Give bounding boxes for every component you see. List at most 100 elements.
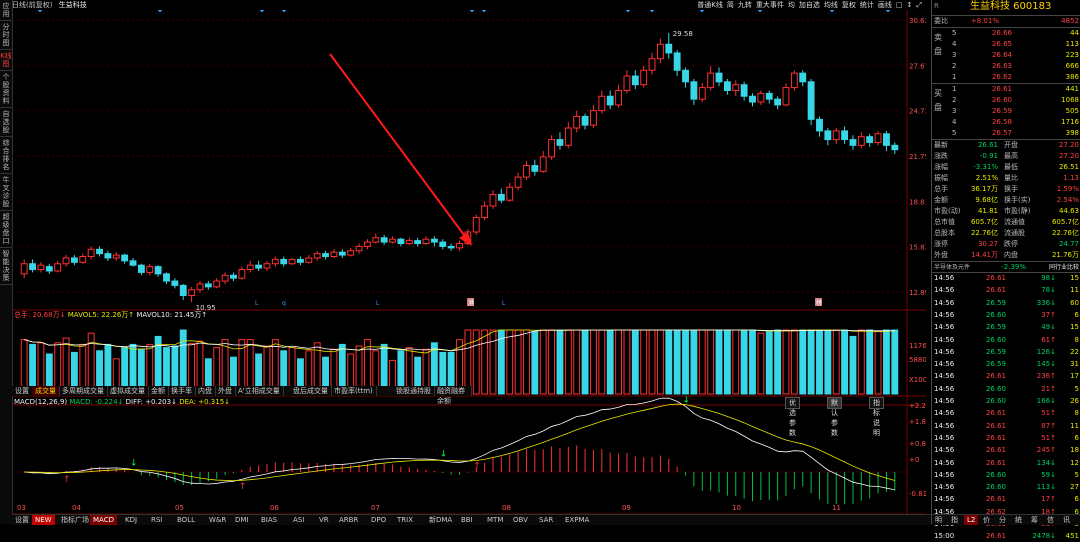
candle — [288, 257, 296, 266]
macd-btn-2[interactable]: 指标说明 — [869, 397, 884, 437]
panel-row: 14:56 26.60 61↑ 8 — [932, 335, 1080, 346]
volume-bar — [682, 329, 689, 395]
candle — [45, 263, 53, 274]
kline-chart[interactable]: ↑ ↓ ↑ ↓ ↑ ↓ 30.62 27.67 24.73 21.75 18.81 15.83 12.… — [12, 10, 926, 514]
tick-price: 26.60 — [985, 384, 1006, 393]
tick-volume: 78↓ — [1041, 286, 1056, 295]
event-marker-2[interactable]: L — [376, 300, 380, 307]
buy-volume: 398 — [1065, 129, 1079, 137]
toolbar-item-2[interactable]: 九转 — [736, 1, 754, 9]
stat-label: 外盘 — [934, 251, 948, 259]
volume-tab-4[interactable]: 金额 — [148, 386, 169, 396]
stat-value: 14.41万 — [970, 251, 998, 259]
left-tab-7[interactable]: 超级盘口 — [0, 211, 12, 248]
volume-tab-2[interactable]: 多周期成交量 — [59, 386, 108, 396]
event-diamond-7[interactable] — [649, 10, 655, 13]
volume-tab-10[interactable]: 市盈率(ttm) — [331, 386, 377, 396]
volume-tab-3[interactable]: 虚拟成交量 — [107, 386, 149, 396]
event-marker-3[interactable]: 港 — [468, 299, 474, 307]
event-marker-0[interactable]: L — [255, 300, 259, 307]
left-tab-0[interactable]: 应用 — [0, 0, 12, 21]
candle — [656, 38, 664, 64]
event-diamond-10[interactable] — [829, 10, 835, 13]
month-label-1: 04 — [72, 504, 81, 512]
buy-label: 买盘 — [934, 89, 942, 112]
volume-tab-5[interactable]: 换手率 — [168, 386, 196, 396]
volume-tab-7[interactable]: 外盘 — [215, 386, 236, 396]
toolbar-item-9[interactable]: 画线 — [876, 1, 894, 9]
month-label-3: 06 — [270, 504, 279, 512]
toolbar-item-11[interactable]: ↕ — [905, 1, 915, 9]
left-tab-8[interactable]: 智能决策 — [0, 248, 12, 285]
toolbar-item-8[interactable]: 统计 — [858, 1, 876, 9]
event-marker-4[interactable]: L — [502, 300, 506, 307]
volume-tab-8[interactable]: A'立相成交量 — [235, 386, 284, 396]
toolbar-item-10[interactable]: □ — [894, 1, 905, 9]
volume-tab-12[interactable]: 融资融券余额 — [434, 386, 472, 405]
toolbar-item-7[interactable]: 复权 — [840, 1, 858, 9]
toolbar-item-12[interactable]: ⤢ — [914, 1, 924, 9]
event-diamond-0[interactable] — [37, 10, 43, 13]
event-diamond-11[interactable] — [885, 10, 891, 13]
panel-row: 14:56 26.61 134↓ 12 — [932, 458, 1080, 469]
tick-volume: 87↑ — [1041, 421, 1056, 430]
tick-price: 26.60 — [985, 310, 1006, 319]
event-diamond-6[interactable] — [625, 10, 631, 13]
candle — [514, 172, 522, 191]
macd-btn-0[interactable]: 优选参数 — [785, 397, 800, 437]
event-diamond-1[interactable] — [157, 10, 163, 13]
tick-count: 22 — [1070, 347, 1079, 356]
event-diamond-3[interactable] — [281, 10, 287, 13]
macd-btn-1[interactable]: 默认参数 — [827, 397, 842, 437]
toolbar-item-5[interactable]: 加自选 — [797, 1, 822, 9]
sell-volume: 113 — [1065, 40, 1079, 48]
candle — [698, 83, 706, 103]
price-axis-label-1: 27.67 — [909, 62, 926, 70]
candle — [564, 122, 572, 149]
candle — [322, 250, 329, 260]
toolbar-item-6[interactable]: 均线 — [822, 1, 840, 9]
event-marker-1[interactable]: q — [282, 300, 286, 307]
toolbar-item-0[interactable]: 普通K线 — [695, 1, 725, 9]
volume-bar — [564, 329, 572, 395]
event-diamond-4[interactable] — [469, 10, 475, 13]
toolbar-item-3[interactable]: 重大事件 — [754, 1, 786, 9]
candle — [372, 233, 380, 244]
volume-bar — [698, 329, 706, 395]
candle — [757, 90, 765, 105]
tick-count: 5 — [1074, 470, 1079, 479]
toolbar-item-1[interactable]: 简 — [725, 1, 736, 9]
stat-value-2: 22.76亿 — [1051, 229, 1079, 237]
event-diamond-8[interactable] — [699, 10, 705, 13]
tick-price: 26.59 — [985, 360, 1006, 369]
panel-row: 14:56 26.61 51↑ 6 — [932, 433, 1080, 444]
period-label[interactable]: 日线(前复权) — [12, 1, 52, 9]
left-tab-6[interactable]: 牛叉诊股 — [0, 174, 12, 211]
candle — [807, 78, 815, 126]
volume-tab-11[interactable]: 锁股通持股 — [393, 386, 435, 396]
stat-label: 振幅 — [934, 174, 948, 182]
panel-row: 3 26.59 505 — [932, 106, 1080, 117]
left-tab-2[interactable]: K线图 — [0, 50, 12, 71]
buy-level: 3 — [952, 107, 957, 115]
month-label-2: 05 — [175, 504, 184, 512]
event-diamond-5[interactable] — [481, 10, 487, 13]
candle — [246, 260, 254, 273]
left-tab-3[interactable]: 个股资料 — [0, 71, 12, 108]
volume-tab-9[interactable]: 盘后成交量 — [290, 386, 332, 396]
buy-volume: 505 — [1065, 107, 1079, 115]
event-diamond-9[interactable] — [757, 10, 763, 13]
volume-tab-0[interactable]: 设置 — [12, 386, 33, 396]
stat-label-2: 换手(实) — [1004, 196, 1031, 204]
event-marker-5[interactable]: 榜 — [816, 299, 822, 307]
left-tab-4[interactable]: 自选股 — [0, 108, 12, 137]
volume-tab-1[interactable]: 成交量 — [32, 386, 60, 396]
event-diamond-2[interactable] — [259, 10, 265, 13]
tick-count: 27 — [1070, 483, 1079, 492]
stat-value: -0.91 — [979, 152, 998, 160]
left-tab-1[interactable]: 分时图 — [0, 21, 12, 50]
left-tab-5[interactable]: 综合排名 — [0, 137, 12, 174]
volume-tab-6[interactable]: 内盘 — [195, 386, 216, 396]
toolbar-item-4[interactable]: 均 — [786, 1, 797, 9]
stat-label-2: 流通值 — [1004, 218, 1025, 226]
